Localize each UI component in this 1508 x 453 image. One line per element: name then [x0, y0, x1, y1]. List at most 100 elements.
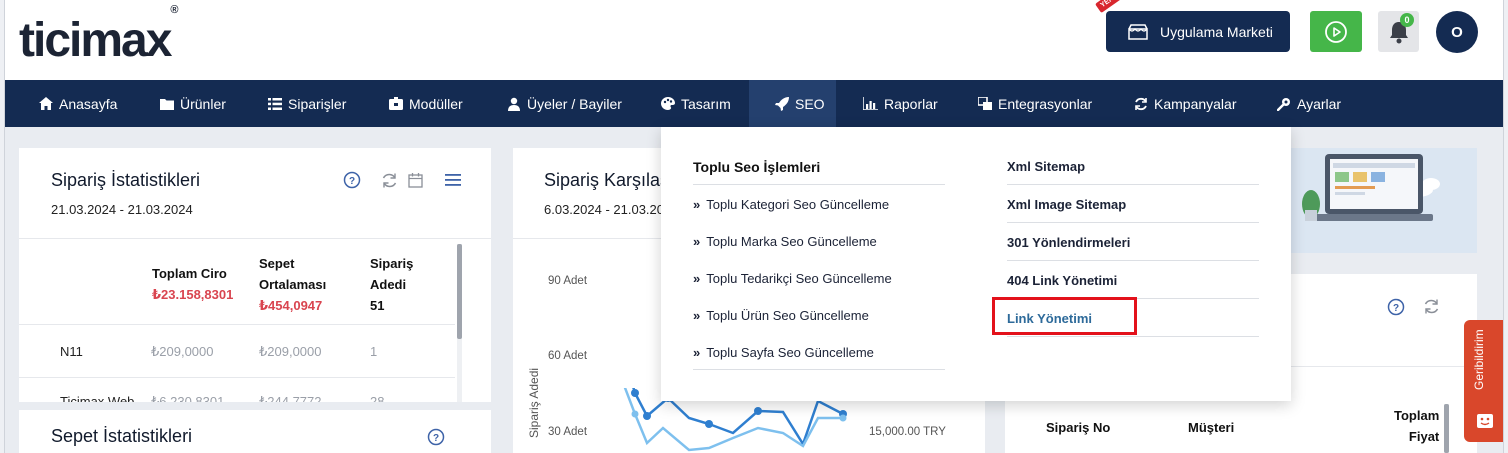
- divider: [693, 369, 945, 370]
- nav-label: Kampanyalar: [1154, 95, 1237, 112]
- chevron-double-right-icon: »: [693, 234, 701, 249]
- notification-count-badge: 0: [1400, 13, 1414, 27]
- menu-item-bulk-product-seo[interactable]: » Toplu Ürün Seo Güncelleme: [693, 308, 869, 323]
- app-market-label: Uygulama Marketi: [1160, 23, 1273, 40]
- user-avatar[interactable]: O: [1436, 11, 1478, 53]
- nav-item-uyeler-bayiler[interactable]: Üyeler / Bayiler: [507, 80, 622, 127]
- chevron-double-right-icon: »: [693, 345, 701, 360]
- nav-label: Modüller: [409, 95, 463, 112]
- divider: [1007, 184, 1259, 185]
- data-point: [643, 412, 651, 420]
- nav-item-tasarim[interactable]: Tasarım: [661, 80, 731, 127]
- divider: [19, 238, 491, 239]
- seo-dropdown-menu: Toplu Seo İşlemleri » Toplu Kategori Seo …: [661, 127, 1291, 401]
- col-header-cart-average: Sepet Ortalaması ₺454,0947: [259, 253, 326, 316]
- divider: [1007, 336, 1259, 337]
- list-icon: [268, 97, 282, 110]
- video-tutorial-button[interactable]: [1310, 11, 1362, 52]
- logo-text: ticimax: [19, 14, 172, 67]
- col-header-line: Adedi: [370, 277, 407, 292]
- help-icon[interactable]: ?: [1387, 298, 1405, 316]
- calendar-icon[interactable]: [408, 172, 423, 188]
- total-revenue-value: ₺23.158,8301: [152, 287, 234, 302]
- smile-icon: [1477, 414, 1493, 428]
- top-bar: ticimax® Uygulama Marketi YENİ 0 O: [5, 0, 1503, 80]
- menu-item-label: Toplu Sayfa Seo Güncelleme: [706, 345, 874, 360]
- palette-icon: [661, 97, 675, 110]
- nav-item-moduller[interactable]: Modüller: [389, 80, 463, 127]
- nav-item-urunler[interactable]: Ürünler: [160, 80, 226, 127]
- help-icon[interactable]: ?: [343, 171, 361, 189]
- col-header-line: Sipariş: [370, 256, 414, 271]
- nav-label: Raporlar: [884, 95, 938, 112]
- cart-stats-card: Sepet İstatistikleri ?: [19, 402, 491, 453]
- table-row-average: ₺209,0000: [259, 344, 322, 359]
- col-header-line: Ortalaması: [259, 277, 327, 292]
- menu-item-xml-image-sitemap[interactable]: Xml Image Sitemap: [1007, 197, 1126, 212]
- y-tick-label: 90 Adet: [548, 275, 588, 287]
- chevron-double-right-icon: »: [693, 271, 701, 286]
- nav-item-seo[interactable]: SEO: [749, 80, 836, 127]
- cloud-shape: [1422, 178, 1440, 190]
- help-icon[interactable]: ?: [427, 428, 445, 446]
- nav-item-entegrasyonlar[interactable]: Entegrasyonlar: [978, 80, 1092, 127]
- menu-item-404-link-management[interactable]: 404 Link Yönetimi: [1007, 273, 1117, 288]
- nav-item-kampanyalar[interactable]: Kampanyalar: [1134, 80, 1237, 127]
- col-header-order-count: Sipariş Adedi 51: [370, 253, 413, 316]
- app-frame: ticimax® Uygulama Marketi YENİ 0 O Anasa…: [4, 0, 1504, 453]
- svg-text:?: ?: [433, 433, 439, 444]
- divider: [693, 184, 945, 185]
- col-header-customer: Müşteri: [1188, 420, 1235, 435]
- feedback-tab[interactable]: Geribildirim: [1464, 320, 1503, 442]
- home-icon: [39, 97, 53, 110]
- feedback-label: Geribildirim: [1472, 329, 1486, 390]
- table-row-count: 1: [370, 344, 378, 359]
- refresh-icon[interactable]: [381, 172, 398, 189]
- chevron-double-right-icon: »: [693, 308, 701, 323]
- table-scrollbar-thumb[interactable]: [1444, 404, 1449, 453]
- nav-label: Ayarlar: [1297, 95, 1342, 112]
- play-icon: [1325, 20, 1347, 43]
- data-point: [705, 420, 713, 428]
- nav-label: Tasarım: [681, 95, 731, 112]
- divider: [19, 324, 455, 325]
- cart-average-value: ₺454,0947: [259, 298, 323, 313]
- col-header-total-revenue: Toplam Ciro ₺23.158,8301: [152, 263, 233, 305]
- menu-icon[interactable]: [445, 173, 461, 187]
- plant-pot: [1305, 210, 1317, 221]
- col-header-order-no: Sipariş No: [1046, 420, 1111, 435]
- menu-item-xml-sitemap[interactable]: Xml Sitemap: [1007, 159, 1085, 174]
- table-row-revenue: ₺209,0000: [151, 344, 214, 359]
- data-point: [631, 389, 639, 397]
- menu-item-bulk-category-seo[interactable]: » Toplu Kategori Seo Güncelleme: [693, 197, 889, 212]
- rocket-icon: [775, 96, 789, 111]
- right-axis-tick: 15,000.00 TRY: [869, 426, 946, 438]
- cart-stats-title: Sepet İstatistikleri: [51, 426, 193, 446]
- settings-icon: [1277, 97, 1290, 111]
- menu-item-301-redirects[interactable]: 301 Yönlendirmeleri: [1007, 235, 1130, 250]
- nav-item-siparisler[interactable]: Siparişler: [268, 80, 346, 127]
- chart-icon: [863, 97, 878, 110]
- svg-text:?: ?: [349, 176, 355, 187]
- nav-item-ayarlar[interactable]: Ayarlar: [1277, 80, 1341, 127]
- refresh-icon[interactable]: [1423, 298, 1440, 315]
- app-market-button[interactable]: Uygulama Marketi: [1106, 11, 1290, 52]
- col-header-line: Sepet: [259, 256, 295, 271]
- table-scrollbar-thumb[interactable]: [457, 244, 462, 339]
- nav-item-anasayfa[interactable]: Anasayfa: [39, 80, 117, 127]
- store-icon: [1128, 23, 1148, 40]
- menu-item-label: Toplu Tedarikçi Seo Güncelleme: [706, 271, 892, 286]
- nav-item-raporlar[interactable]: Raporlar: [863, 80, 938, 127]
- menu-item-bulk-brand-seo[interactable]: » Toplu Marka Seo Güncelleme: [693, 234, 877, 249]
- menu-item-bulk-supplier-seo[interactable]: » Toplu Tedarikçi Seo Güncelleme: [693, 271, 892, 286]
- order-stats-tools: ?: [343, 171, 461, 189]
- nav-label: Ürünler: [180, 95, 226, 112]
- col-header-line: Toplam Ciro: [152, 266, 227, 281]
- order-stats-card: Sipariş İstatistikleri 21.03.2024 - 21.0…: [19, 148, 491, 453]
- menu-item-bulk-page-seo[interactable]: » Toplu Sayfa Seo Güncelleme: [693, 345, 874, 360]
- ticimax-logo[interactable]: ticimax®: [19, 4, 179, 69]
- col-header-line: Fiyat: [1408, 429, 1440, 444]
- chevron-double-right-icon: »: [693, 197, 701, 212]
- laptop-base: [1315, 214, 1433, 221]
- y-tick-label: 60 Adet: [548, 350, 588, 362]
